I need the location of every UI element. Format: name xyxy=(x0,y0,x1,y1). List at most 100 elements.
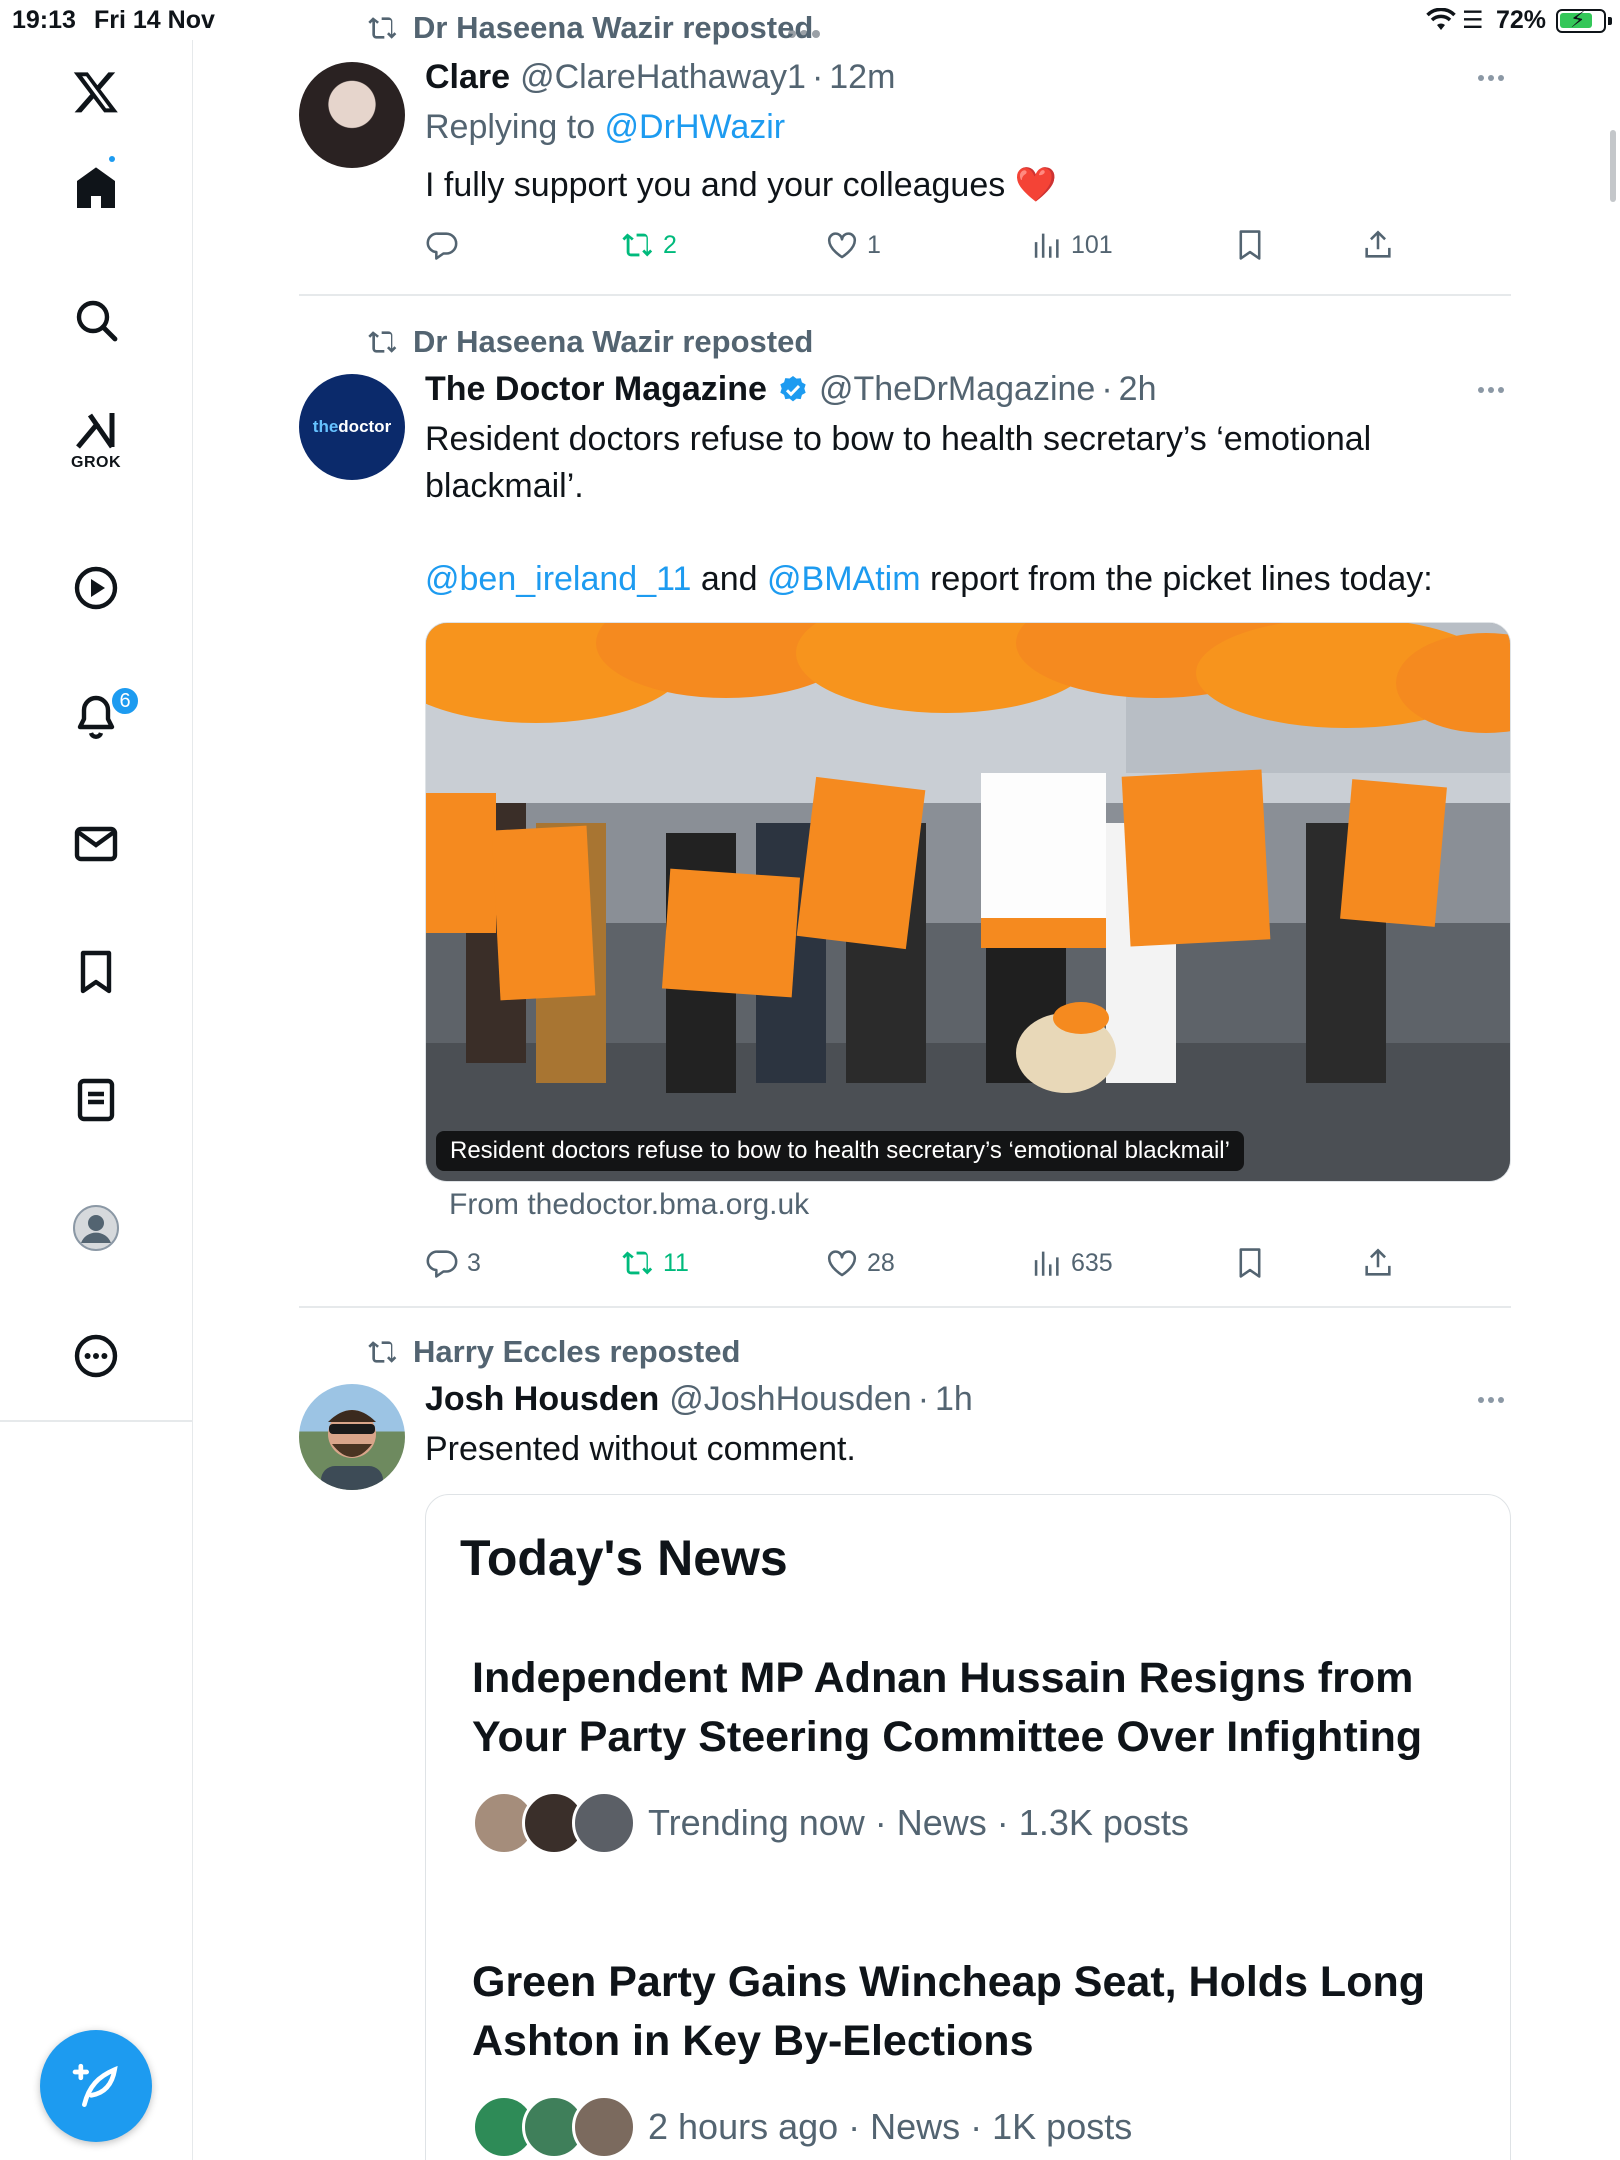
author-handle[interactable]: @ClareHathaway1 xyxy=(520,58,806,97)
timeline-feed: Dr Haseena Wazir reposted Clare @ClareHa… xyxy=(193,0,1610,2160)
news-meta: 2 hours ago · News · 1K posts xyxy=(472,2095,1482,2159)
share-button[interactable] xyxy=(1361,1246,1403,1280)
heart-icon xyxy=(827,1250,857,1277)
picket-line-photo xyxy=(426,623,1510,1181)
heart-icon xyxy=(827,232,857,259)
post-clare[interactable]: Dr Haseena Wazir reposted Clare @ClareHa… xyxy=(299,0,1511,296)
mention-link[interactable]: @DrHWazir xyxy=(605,108,786,146)
status-time: 19:13 xyxy=(12,6,76,34)
bookmark-icon xyxy=(1239,1248,1261,1278)
x-logo-icon[interactable] xyxy=(56,52,136,132)
avatar[interactable]: the doctor xyxy=(299,374,405,480)
news-avatars xyxy=(472,1791,636,1855)
compose-post-button[interactable] xyxy=(40,2030,152,2142)
news-headline: Independent MP Adnan Hussain Resigns fro… xyxy=(472,1654,1423,1761)
grok-label: GROK xyxy=(71,454,121,471)
lists-icon[interactable] xyxy=(56,1060,136,1140)
news-item[interactable]: Independent MP Adnan Hussain Resigns fro… xyxy=(472,1649,1482,1855)
repost-button[interactable]: 11 xyxy=(621,1246,689,1280)
views-bar-icon xyxy=(1034,1251,1059,1276)
messages-envelope-icon[interactable] xyxy=(56,804,136,884)
views-bar-icon xyxy=(1034,233,1059,258)
media-caption: Resident doctors refuse to bow to health… xyxy=(436,1131,1244,1171)
views-button[interactable]: 635 xyxy=(1029,1246,1113,1280)
author-handle[interactable]: @JoshHousden xyxy=(669,1380,911,1419)
reposted-by: Dr Haseena Wazir reposted xyxy=(413,324,814,359)
views-button[interactable]: 101 xyxy=(1029,228,1113,262)
notification-badge: 6 xyxy=(110,686,140,716)
repost-indicator: Dr Haseena Wazir reposted xyxy=(367,10,813,46)
repost-icon xyxy=(368,331,397,353)
post-actions: 3 11 28 635 xyxy=(425,1246,1511,1286)
repost-icon xyxy=(368,1341,397,1363)
sidebar-nav: GROK 6 xyxy=(0,40,193,2160)
search-icon[interactable] xyxy=(56,280,136,360)
like-button[interactable]: 1 xyxy=(825,228,881,262)
mention-link[interactable]: @ben_ireland_11 xyxy=(425,560,691,598)
repost-icon xyxy=(622,233,653,257)
reply-icon xyxy=(426,1250,458,1278)
profile-avatar-icon[interactable] xyxy=(56,1188,136,1268)
reply-button[interactable]: 3 xyxy=(425,1246,481,1280)
replying-to: Replying to @DrHWazir xyxy=(425,108,786,146)
card-title: Today's News xyxy=(460,1530,788,1586)
post-more-button[interactable] xyxy=(1471,370,1511,410)
compose-post-icon xyxy=(72,2063,118,2107)
bookmark-button[interactable] xyxy=(1233,1246,1275,1280)
avatar[interactable] xyxy=(299,1384,405,1490)
post-text: I fully support you and your colleagues … xyxy=(425,166,1058,204)
link-source[interactable]: From thedoctor.bma.org.uk xyxy=(449,1188,809,1222)
post-time[interactable]: 2h xyxy=(1119,370,1157,409)
post-time[interactable]: 1h xyxy=(935,1380,973,1419)
post-header: Josh Housden @JoshHousden · 1h xyxy=(425,1380,973,1419)
notifications-bell-icon[interactable]: 6 xyxy=(56,676,140,756)
author-name[interactable]: The Doctor Magazine xyxy=(425,370,767,409)
repost-icon xyxy=(622,1251,653,1275)
post-time[interactable]: 12m xyxy=(829,58,895,97)
heart-emoji: ❤️ xyxy=(1014,166,1058,204)
post-text: Presented without comment. xyxy=(425,1430,856,1468)
more-circle-icon[interactable] xyxy=(56,1316,136,1396)
post-header: Clare @ClareHathaway1 · 12m xyxy=(425,58,896,97)
mention-link[interactable]: @BMAtim xyxy=(767,560,921,598)
post-text-mentions: @ben_ireland_11 and @BMAtim report from … xyxy=(425,560,1433,598)
repost-icon xyxy=(368,17,397,39)
repost-indicator: Dr Haseena Wazir reposted xyxy=(367,324,813,360)
verified-badge-icon xyxy=(777,374,809,406)
scroll-indicator[interactable] xyxy=(1610,130,1616,202)
post-josh-housden[interactable]: Harry Eccles reposted Josh Housden @Josh… xyxy=(299,1308,1511,2160)
like-button[interactable]: 28 xyxy=(825,1246,895,1280)
share-button[interactable] xyxy=(1361,228,1403,262)
grok-icon[interactable]: GROK xyxy=(56,400,136,480)
post-more-button[interactable] xyxy=(1471,58,1511,98)
news-card-image[interactable]: Today's News Independent MP Adnan Hussai… xyxy=(425,1494,1511,2160)
news-meta: Trending now · News · 1.3K posts xyxy=(472,1791,1482,1855)
reposted-by: Dr Haseena Wazir reposted xyxy=(413,10,814,45)
author-handle[interactable]: @TheDrMagazine xyxy=(819,370,1095,409)
post-text: Resident doctors refuse to bow to health… xyxy=(425,420,1372,505)
news-headline: Green Party Gains Wincheap Seat, Holds L… xyxy=(472,1958,1425,2065)
video-play-icon[interactable] xyxy=(56,548,136,628)
news-item[interactable]: Green Party Gains Wincheap Seat, Holds L… xyxy=(472,1953,1482,2159)
author-name[interactable]: Clare xyxy=(425,58,510,97)
news-meta-text: 2 hours ago · News · 1K posts xyxy=(648,2106,1133,2147)
news-meta-text: Trending now · News · 1.3K posts xyxy=(648,1802,1189,1843)
post-header: The Doctor Magazine @TheDrMagazine · 2h xyxy=(425,370,1157,409)
post-actions: 2 1 101 xyxy=(425,228,1511,268)
sidebar-divider xyxy=(0,1420,193,1422)
news-avatars xyxy=(472,2095,636,2159)
bookmarks-icon[interactable] xyxy=(56,932,136,1012)
repost-button[interactable]: 2 xyxy=(621,228,677,262)
share-upload-icon xyxy=(1365,230,1391,258)
post-more-button[interactable] xyxy=(1471,1380,1511,1420)
bookmark-icon xyxy=(1239,230,1261,260)
author-name[interactable]: Josh Housden xyxy=(425,1380,659,1419)
reposted-by: Harry Eccles reposted xyxy=(413,1334,741,1369)
post-doctor-magazine[interactable]: Dr Haseena Wazir reposted the doctor The … xyxy=(299,296,1511,1306)
reply-button[interactable] xyxy=(425,228,467,262)
reply-icon xyxy=(426,232,458,260)
post-media-image[interactable]: Resident doctors refuse to bow to health… xyxy=(425,622,1511,1182)
avatar[interactable] xyxy=(299,62,405,168)
bookmark-button[interactable] xyxy=(1233,228,1275,262)
home-icon[interactable] xyxy=(56,148,136,228)
